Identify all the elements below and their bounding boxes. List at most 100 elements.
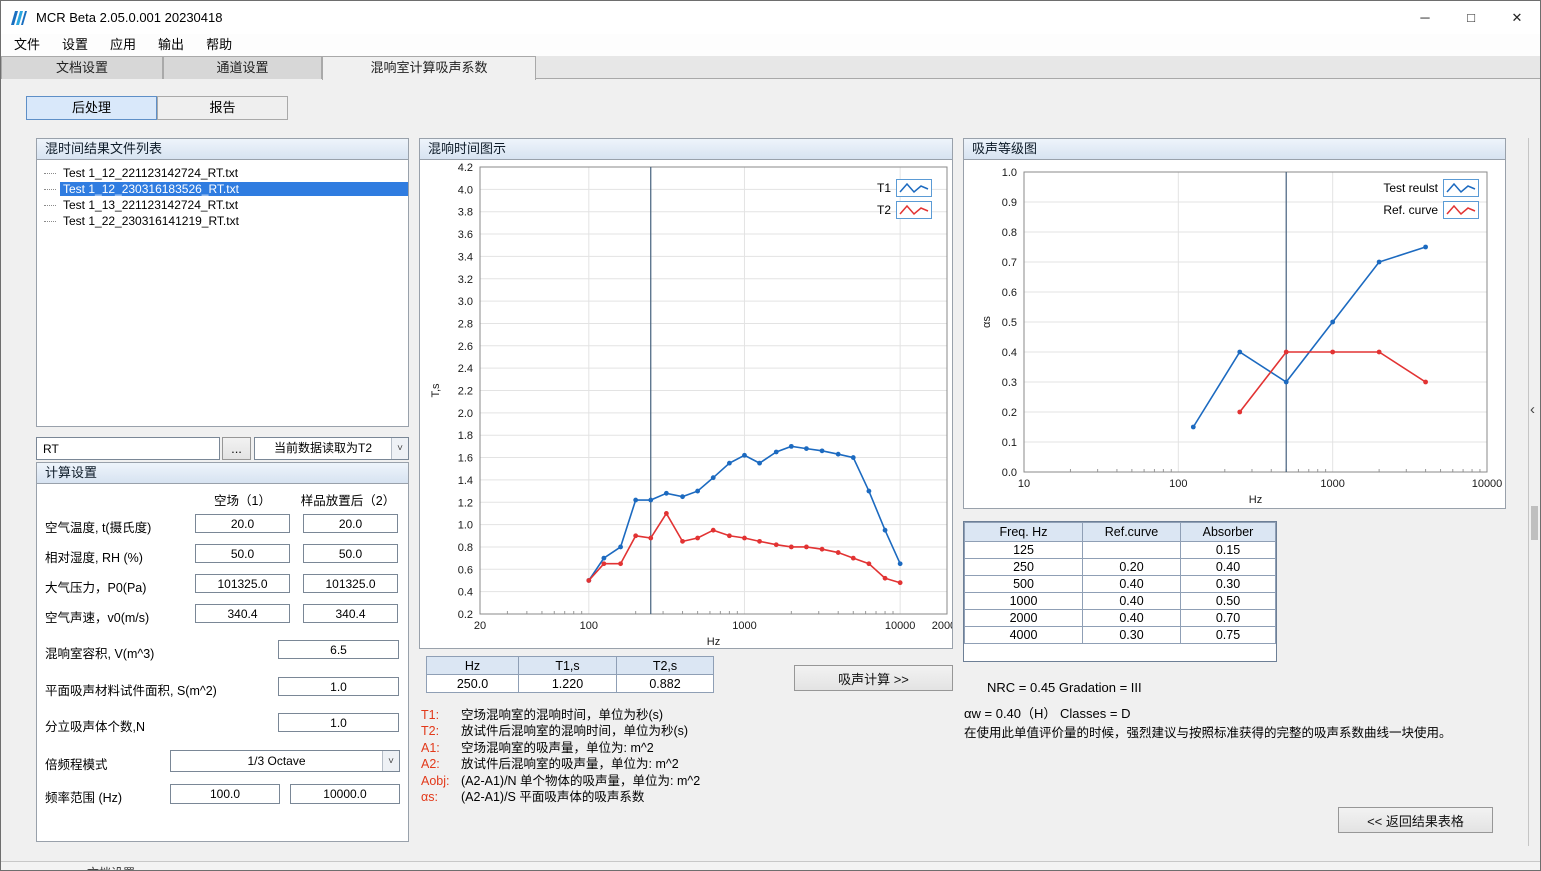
- subtab-report[interactable]: 报告: [157, 96, 288, 120]
- legend-note-label: Aobj:: [421, 773, 457, 789]
- absorption-calc-button[interactable]: 吸声计算 >>: [794, 665, 953, 691]
- svg-text:2.2: 2.2: [458, 386, 473, 398]
- absorber-table-cell: 4000: [965, 627, 1083, 644]
- right-divider: [1528, 138, 1529, 846]
- file-list-item[interactable]: Test 1_12_230316183526_RT.txt: [37, 181, 408, 197]
- svg-text:0.8: 0.8: [1002, 227, 1017, 239]
- rt-chart-panel: 混响时间图示 0.20.40.60.81.01.21.41.61.82.02.2…: [419, 138, 953, 649]
- file-list-panel: 混时间结果文件列表 Test 1_12_221123142724_RT.txtT…: [36, 138, 409, 427]
- menu-output[interactable]: 输出: [147, 34, 195, 56]
- absorber-table-cell: 0.40: [1181, 559, 1276, 576]
- file-list-item-label: Test 1_12_230316183526_RT.txt: [60, 182, 408, 196]
- collapse-left-icon[interactable]: ‹: [1530, 401, 1535, 418]
- browse-button[interactable]: ...: [222, 437, 251, 460]
- minimize-button[interactable]: ─: [1402, 1, 1448, 34]
- absorber-table-row: 1250.15: [965, 542, 1276, 559]
- svg-text:0.5: 0.5: [1002, 317, 1017, 329]
- svg-text:1.8: 1.8: [458, 430, 473, 442]
- svg-text:Hz: Hz: [707, 636, 720, 648]
- menu-file[interactable]: 文件: [3, 34, 51, 56]
- svg-text:αs: αs: [981, 316, 993, 328]
- legend-note-line: A2:放试件后混响室的吸声量，单位为: m^2: [421, 756, 700, 772]
- legend-note-line: T2:放试件后混响室的混响时间，单位为秒(s): [421, 723, 700, 739]
- cursor-t1-value: 1.220: [519, 675, 617, 693]
- sample-area-input[interactable]: [278, 677, 399, 696]
- rt-chart-legend: T1 T2: [877, 177, 932, 220]
- bottom-clipped-tab-text: 文档设置: [87, 864, 135, 870]
- svg-text:0.3: 0.3: [1002, 377, 1017, 389]
- pressure-input-1[interactable]: [195, 574, 290, 593]
- file-list-item[interactable]: Test 1_22_230316141219_RT.txt: [37, 213, 408, 229]
- menu-help[interactable]: 帮助: [195, 34, 243, 56]
- file-list: Test 1_12_221123142724_RT.txt Test 1_12_2…: [37, 160, 408, 426]
- room-volume-input[interactable]: [278, 640, 399, 659]
- absorber-count-input[interactable]: [278, 713, 399, 732]
- menu-settings[interactable]: 设置: [51, 34, 99, 56]
- legend-entry-test-result: Test reulst: [1383, 177, 1479, 198]
- rt-chart-svg: 0.20.40.60.81.01.21.41.61.82.02.22.42.62…: [420, 160, 952, 648]
- tab-document-settings[interactable]: 文档设置: [1, 56, 163, 79]
- sound-speed-input-1[interactable]: [195, 604, 290, 623]
- absorber-count-label: 分立吸声体个数,N: [45, 716, 145, 735]
- air-temp-input-2[interactable]: [303, 514, 398, 533]
- svg-text:4.0: 4.0: [458, 184, 473, 196]
- svg-text:0.9: 0.9: [1002, 197, 1017, 209]
- file-list-item[interactable]: Test 1_13_221123142724_RT.txt: [37, 197, 408, 213]
- tab-reverb-absorption[interactable]: 混响室计算吸声系数: [322, 56, 536, 80]
- legend-note-line: A1:空场混响室的吸声量，单位为: m^2: [421, 740, 700, 756]
- svg-text:100: 100: [580, 620, 598, 632]
- subtab-postprocess[interactable]: 后处理: [26, 96, 157, 120]
- svg-text:3.4: 3.4: [458, 251, 473, 263]
- cursor-col-hz: Hz: [427, 657, 519, 675]
- humidity-input-1[interactable]: [195, 544, 290, 563]
- legend-note-line: T1:空场混响室的混响时间，单位为秒(s): [421, 707, 700, 723]
- file-list-item-label: Test 1_12_221123142724_RT.txt: [60, 166, 408, 180]
- svg-text:1.0: 1.0: [458, 520, 473, 532]
- absorption-chart-legend: Test reulst Ref. curve: [1383, 177, 1479, 220]
- cursor-t2-value: 0.882: [617, 675, 714, 693]
- cursor-value-row: 250.0 1.220 0.882: [427, 675, 714, 693]
- pressure-input-2[interactable]: [303, 574, 398, 593]
- close-button[interactable]: ✕: [1494, 1, 1540, 34]
- maximize-button[interactable]: □: [1448, 1, 1494, 34]
- freq-max-input[interactable]: [290, 784, 400, 804]
- chevron-down-icon: ˅: [391, 438, 408, 459]
- file-list-item[interactable]: Test 1_12_221123142724_RT.txt: [37, 165, 408, 181]
- data-read-as-value: 当前数据读取为T2: [255, 438, 391, 459]
- octave-mode-label: 倍频程模式: [45, 754, 108, 773]
- humidity-input-2[interactable]: [303, 544, 398, 563]
- air-temp-input-1[interactable]: [195, 514, 290, 533]
- absorber-table-wrap: Freq. Hz Ref.curve Absorber 1250.152500.…: [963, 521, 1277, 662]
- rt-name-input[interactable]: [36, 437, 220, 460]
- freq-min-input[interactable]: [170, 784, 280, 804]
- rt-chart[interactable]: 0.20.40.60.81.01.21.41.61.82.02.22.42.62…: [420, 160, 952, 648]
- svg-text:2.0: 2.0: [458, 408, 473, 420]
- absorber-table-cell: 250: [965, 559, 1083, 576]
- svg-text:0.6: 0.6: [458, 564, 473, 576]
- absorber-col-refcurve: Ref.curve: [1083, 523, 1181, 542]
- absorber-table-cell: 0.40: [1083, 610, 1181, 627]
- svg-text:10000: 10000: [885, 620, 916, 632]
- chevron-down-icon: ˅: [382, 751, 399, 771]
- menu-apply[interactable]: 应用: [99, 34, 147, 56]
- data-read-as-dropdown[interactable]: 当前数据读取为T2 ˅: [254, 437, 409, 460]
- legend-entry-t2: T2: [877, 199, 932, 220]
- return-to-results-button[interactable]: << 返回结果表格: [1338, 807, 1493, 833]
- svg-text:0.0: 0.0: [1002, 467, 1017, 479]
- svg-text:3.0: 3.0: [458, 296, 473, 308]
- sound-speed-input-2[interactable]: [303, 604, 398, 623]
- cursor-col-t2: T2,s: [617, 657, 714, 675]
- octave-mode-dropdown[interactable]: 1/3 Octave ˅: [170, 750, 400, 772]
- main-tabstrip: 文档设置 通道设置 混响室计算吸声系数: [1, 56, 1540, 79]
- tree-branch-icon: [44, 189, 56, 190]
- sample-area-label: 平面吸声材料试件面积, S(m^2): [45, 680, 217, 699]
- tab-channel-settings[interactable]: 通道设置: [163, 56, 322, 79]
- svg-text:0.7: 0.7: [1002, 257, 1017, 269]
- absorber-table-cell: 0.30: [1083, 627, 1181, 644]
- svg-text:10000: 10000: [1472, 478, 1503, 490]
- absorber-table-cell: 125: [965, 542, 1083, 559]
- svg-text:10: 10: [1018, 478, 1030, 490]
- tree-branch-icon: [44, 173, 56, 174]
- absorber-table-cell: 0.50: [1181, 593, 1276, 610]
- splitter-handle[interactable]: [1531, 506, 1538, 540]
